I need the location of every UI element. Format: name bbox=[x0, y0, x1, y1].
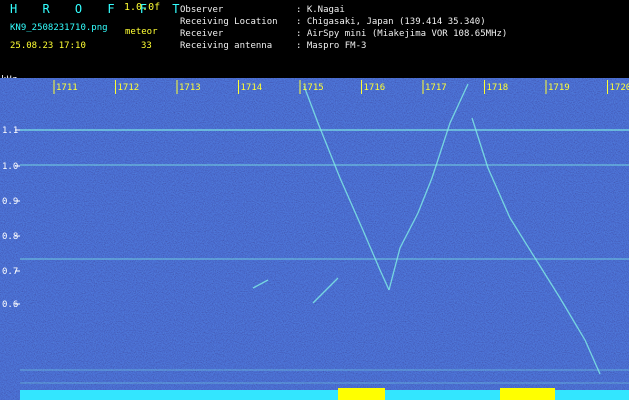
observer-label: Observer bbox=[180, 5, 224, 15]
y-tick-label: 0.9 bbox=[2, 197, 18, 207]
y-tick-label: 1.1 bbox=[2, 126, 18, 136]
location-value: : Chigasaki, Japan (139.414 35.340) bbox=[296, 17, 486, 27]
x-tick-label: 1712 bbox=[118, 83, 140, 93]
app-version: 1.0.0f bbox=[124, 2, 161, 13]
y-tick-label: 0.7 bbox=[2, 267, 18, 277]
x-tick-label: 1716 bbox=[364, 83, 386, 93]
date-time: 25.08.23 17:10 bbox=[10, 41, 86, 51]
antenna-value: : Maspro FM-3 bbox=[296, 41, 367, 51]
y-tick-label: 0.8 bbox=[2, 232, 18, 242]
x-tick-label: 1714 bbox=[241, 83, 263, 93]
x-tick-label: 1720 bbox=[610, 83, 629, 93]
location-label: Receiving Location bbox=[180, 17, 278, 27]
app-brand: H R O F F T bbox=[10, 2, 189, 16]
noise-texture bbox=[0, 78, 629, 400]
meteor-label: meteor bbox=[125, 27, 158, 37]
x-tick-label: 1717 bbox=[425, 83, 447, 93]
meteor-count: 33 bbox=[141, 41, 152, 51]
receiver-label: Receiver bbox=[180, 29, 224, 39]
x-tick-label: 1711 bbox=[56, 83, 78, 93]
file-name: KN9_2508231710.png bbox=[10, 23, 108, 33]
y-tick-label: 1.0 bbox=[2, 162, 18, 172]
y-tick-label: 0.6 bbox=[2, 300, 18, 310]
receiver-value: : AirSpy mini (Miakejima VOR 108.65MHz) bbox=[296, 29, 508, 39]
spectrogram: 1.1 1.0 0.9 0.8 0.7 0.6 1711 1712 1713 1714 1715 1… bbox=[0, 78, 629, 400]
x-tick-label: 1715 bbox=[302, 83, 324, 93]
observer-value: : K.Nagai bbox=[296, 5, 345, 15]
signal-burst bbox=[338, 388, 385, 400]
antenna-label: Receiving antenna bbox=[180, 41, 273, 51]
x-tick-label: 1719 bbox=[548, 83, 570, 93]
header-panel: H R O F F T 1.0.0f KN9_2508231710.png me… bbox=[0, 0, 629, 78]
signal-burst bbox=[500, 388, 555, 400]
x-tick-label: 1713 bbox=[179, 83, 201, 93]
x-tick-label: 1718 bbox=[487, 83, 509, 93]
